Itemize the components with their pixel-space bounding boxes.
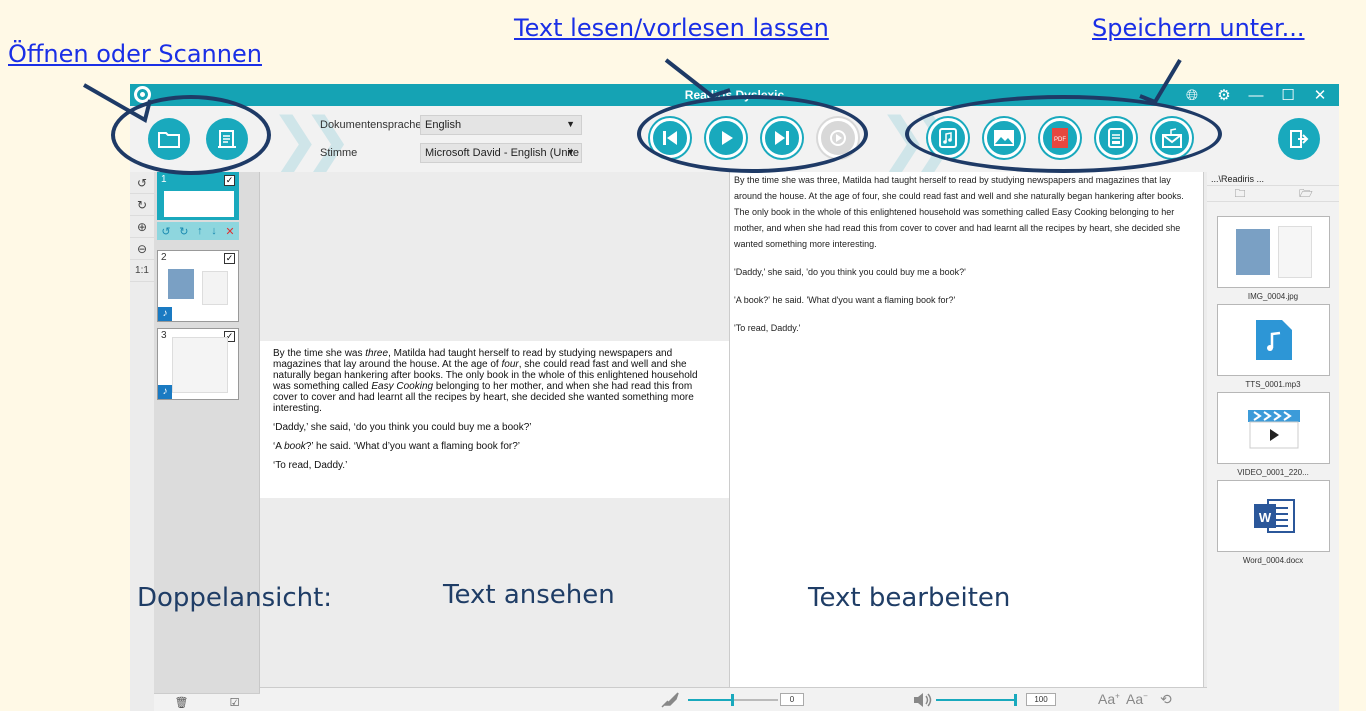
edit-text-label: Text bearbeiten <box>808 583 1011 613</box>
read-callout-pointer <box>664 58 731 99</box>
open-callout-pointer <box>83 83 152 124</box>
dual-view-label: Doppelansicht: <box>137 583 333 613</box>
view-text-label: Text ansehen <box>443 580 615 610</box>
save-callout-pointer <box>1139 58 1182 105</box>
